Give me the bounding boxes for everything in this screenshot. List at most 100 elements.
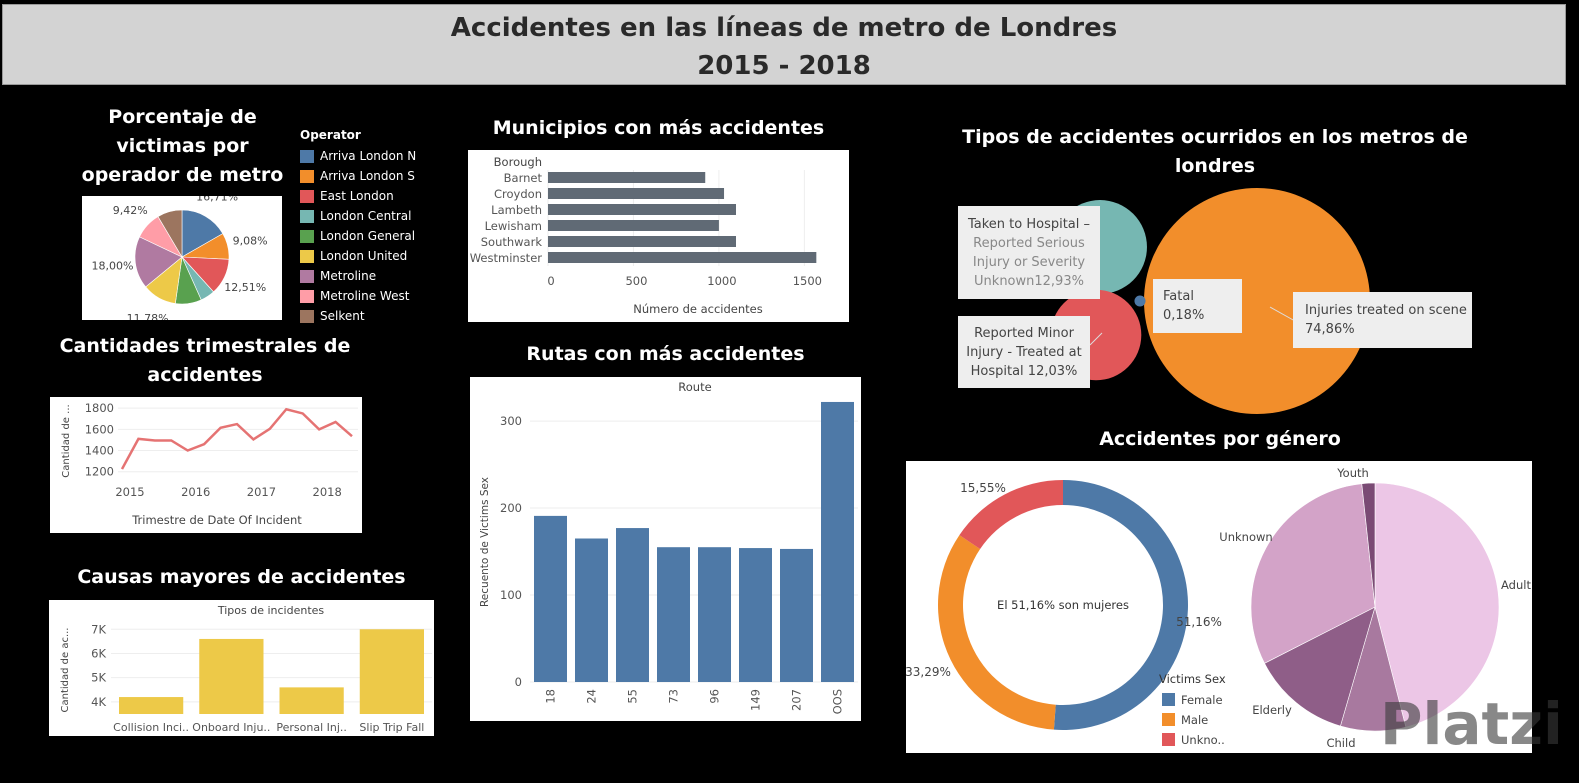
bar-header: Tipos de incidentes bbox=[217, 604, 325, 617]
callout-fatal: Fatal 0,18% bbox=[1153, 279, 1242, 333]
x-tick-label: 500 bbox=[625, 274, 647, 288]
legend-swatch bbox=[300, 269, 314, 283]
legend-label: Selkent bbox=[320, 309, 365, 323]
bar bbox=[657, 547, 690, 682]
x-tick-label: 2016 bbox=[181, 485, 210, 499]
callout-line: Taken to Hospital – bbox=[967, 217, 1091, 232]
callout-line: Reported Serious bbox=[973, 236, 1085, 251]
bar bbox=[548, 236, 736, 247]
causes-panel: Tipos de incidentes 4K 5K 6K 7K Collision Inc… bbox=[49, 600, 434, 736]
y-tick-label: 4K bbox=[91, 695, 106, 709]
x-tick-label: 18 bbox=[544, 689, 558, 704]
legend-swatch bbox=[300, 229, 314, 243]
x-tick-label: Slip Trip Fall bbox=[359, 721, 424, 734]
types-title-line: londres bbox=[1174, 155, 1256, 177]
legend-item: London General bbox=[300, 226, 450, 246]
legend-item: London United bbox=[300, 246, 450, 266]
legend-label: London General bbox=[320, 229, 416, 243]
x-tick-label: 1000 bbox=[707, 274, 736, 288]
bar bbox=[548, 172, 706, 183]
legend-swatch bbox=[300, 309, 314, 323]
x-axis-label: Número de accidentes bbox=[633, 302, 763, 316]
y-tick-label: 5K bbox=[91, 671, 106, 685]
legend-swatch bbox=[300, 289, 314, 303]
bubble bbox=[1134, 295, 1146, 307]
y-tick-label: 6K bbox=[91, 646, 106, 660]
boroughs-panel: Borough 0 500 1000 1500 Barnet Croydon Lambeth L… bbox=[468, 150, 849, 322]
legend-swatch bbox=[300, 189, 314, 203]
causes-bar-chart: Tipos de incidentes 4K 5K 6K 7K Collision Inc… bbox=[60, 604, 432, 734]
legend-label: Arriva London S bbox=[320, 169, 415, 183]
bar bbox=[780, 548, 813, 682]
bar bbox=[548, 188, 725, 199]
operator-legend: Operator Arriva London N Arriva London S E… bbox=[300, 128, 450, 326]
callout-line: Fatal bbox=[1163, 289, 1194, 304]
x-tick-label: Personal Inj.. bbox=[276, 721, 347, 734]
callout-hospital-serious: Taken to Hospital – Reported Serious Inj… bbox=[958, 206, 1100, 299]
bar-header: Route bbox=[678, 380, 711, 394]
callout-line: 74,86% bbox=[1305, 322, 1355, 337]
pie-category-label: Child bbox=[1326, 736, 1355, 750]
x-tick-label: 2017 bbox=[247, 485, 276, 499]
y-tick-label: 1800 bbox=[85, 401, 114, 415]
dashboard-subtitle: 2015 - 2018 bbox=[697, 51, 871, 81]
x-tick-label: 55 bbox=[626, 689, 640, 704]
routes-bar-chart: Route 0 100 200 300 18 24 55 73 96 149 207 OOS Recuen… bbox=[479, 380, 858, 714]
bar bbox=[534, 515, 567, 682]
callout-line: Hospital 12,03% bbox=[970, 364, 1078, 379]
y-tick-label: Croydon bbox=[494, 187, 542, 201]
bar bbox=[279, 687, 344, 714]
x-tick-label: 207 bbox=[790, 689, 804, 711]
legend-swatch bbox=[1162, 733, 1175, 746]
pie-operator-panel: 16,71%9,08%12,51%8,97%11,78%18,00%9,42% bbox=[82, 190, 282, 333]
boroughs-bar-chart: Borough 0 500 1000 1500 Barnet Croydon Lambeth L… bbox=[470, 155, 822, 316]
bar bbox=[359, 629, 424, 714]
pie-data-label: 9,08% bbox=[233, 235, 268, 248]
y-tick-label: Southwark bbox=[481, 235, 543, 249]
x-axis-label: Trimestre de Date Of Incident bbox=[131, 513, 302, 527]
bar bbox=[548, 252, 817, 263]
legend-label: Male bbox=[1181, 713, 1208, 727]
legend-item: Metroline bbox=[300, 266, 450, 286]
y-tick-label: 1400 bbox=[85, 444, 114, 458]
callout-line: Injury or Severity bbox=[972, 255, 1086, 270]
axis-header: Borough bbox=[494, 155, 542, 169]
quarterly-title-line: accidentes bbox=[147, 364, 263, 386]
pie-operator-title: Porcentaje de victimas por operador de m… bbox=[70, 103, 295, 190]
y-tick-label: 1200 bbox=[85, 465, 114, 479]
legend-swatch bbox=[1162, 713, 1175, 726]
donut-center-text: El 51,16% son mujeres bbox=[997, 598, 1129, 612]
quarterly-line-chart: 1200 1400 1600 1800 2015 2016 2017 2018 Trimestr… bbox=[61, 401, 358, 527]
bar bbox=[739, 548, 772, 682]
donut-data-label: 15,55% bbox=[960, 481, 1006, 495]
dashboard-title: Accidentes en las líneas de metro de Lon… bbox=[450, 13, 1118, 43]
pie-data-label: 18,00% bbox=[92, 260, 134, 273]
bar bbox=[548, 204, 736, 215]
x-tick-label: 149 bbox=[749, 689, 763, 711]
donut-segment bbox=[938, 535, 1056, 730]
pie-category-label: Adult bbox=[1501, 578, 1531, 592]
bar bbox=[698, 547, 731, 682]
pie-operator-title-line: operador de metro bbox=[81, 164, 284, 186]
legend-label: Metroline West bbox=[320, 289, 410, 303]
pie-operator-title-line: victimas por bbox=[116, 135, 249, 157]
y-tick-label: 300 bbox=[500, 414, 522, 428]
x-tick-label: 0 bbox=[547, 274, 554, 288]
y-tick-label: 0 bbox=[515, 675, 522, 689]
legend-swatch bbox=[300, 249, 314, 263]
y-tick-label: Westminster bbox=[470, 251, 543, 265]
y-tick-label: 200 bbox=[500, 501, 522, 515]
platzi-watermark: Platzi bbox=[1380, 690, 1563, 758]
quarterly-title: Cantidades trimestrales de accidentes bbox=[50, 332, 360, 390]
bar bbox=[548, 220, 719, 231]
bar bbox=[821, 401, 854, 682]
x-tick-label: 96 bbox=[708, 689, 722, 704]
legend-item: Arriva London S bbox=[300, 166, 450, 186]
pie-data-label: 11,78% bbox=[127, 312, 169, 320]
legend-item: East London bbox=[300, 186, 450, 206]
quarterly-panel: 1200 1400 1600 1800 2015 2016 2017 2018 Trimestr… bbox=[50, 397, 362, 533]
x-tick-label: 2018 bbox=[313, 485, 342, 499]
legend-item: Arriva London N bbox=[300, 146, 450, 166]
title-banner: Accidentes en las líneas de metro de Lon… bbox=[2, 4, 1566, 85]
pie-category-label: Unknown bbox=[1219, 530, 1272, 544]
